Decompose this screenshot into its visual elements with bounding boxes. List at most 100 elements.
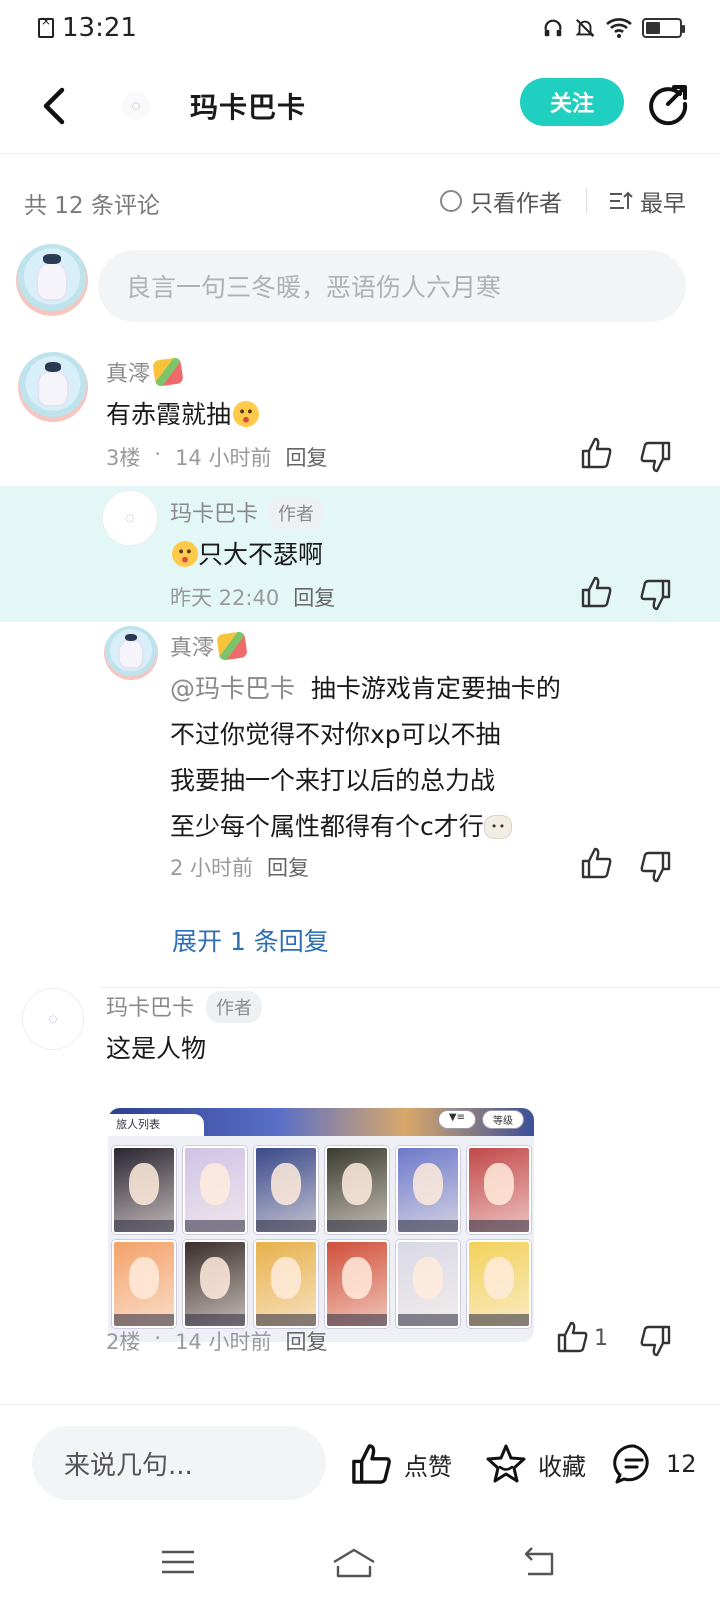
comment-count: 共 12 条评论 (24, 193, 160, 219)
reply-meta: 昨天 22:40 回复 (170, 582, 335, 612)
floor-number: 2楼 (106, 1330, 141, 1354)
character-card (467, 1146, 531, 1234)
favorite-button[interactable]: 收藏 (484, 1442, 586, 1486)
character-card (325, 1240, 389, 1328)
image-header: 旅人列表 ▼≡ 等级 (108, 1108, 534, 1136)
battery-icon (642, 18, 685, 38)
expand-replies-link[interactable]: 展开 1 条回复 (172, 922, 329, 958)
comments-button[interactable]: 12 (612, 1442, 697, 1486)
bottom-bar-divider (0, 1404, 720, 1405)
comment-count-label: 12 (666, 1450, 697, 1478)
reply-time: 2 小时前 (170, 856, 254, 880)
thumbs-down-icon[interactable] (638, 850, 672, 884)
floor-number: 3楼 (106, 446, 141, 470)
badge-icon (216, 631, 248, 661)
drooling-emoji-icon (233, 401, 260, 427)
thumbs-up-icon (352, 1444, 391, 1484)
reply-author[interactable]: 玛卡巴卡 (170, 496, 258, 528)
image-filter-level: 等级 (482, 1110, 524, 1129)
thumbs-up-icon[interactable] (556, 1320, 590, 1354)
wifi-icon (606, 18, 632, 38)
sort-label: 最早 (640, 191, 686, 217)
bottom-comment-input[interactable]: 来说几句... (32, 1426, 326, 1500)
author-only-label: 只看作者 (470, 191, 562, 217)
sort-icon (610, 191, 633, 209)
dog-emoji-icon (483, 815, 512, 839)
reply-time: 昨天 22:40 (170, 586, 280, 610)
meta-dot: · (154, 1326, 162, 1350)
image-tab-label: 旅人列表 (108, 1114, 204, 1136)
thumbs-up-icon[interactable] (580, 436, 614, 470)
character-card (254, 1240, 318, 1328)
avatar[interactable]: ◌ (22, 988, 84, 1050)
mention-link[interactable]: @玛卡巴卡 (170, 674, 295, 703)
my-avatar[interactable] (16, 244, 88, 316)
thumbs-down-icon[interactable] (638, 578, 672, 612)
character-card (396, 1240, 460, 1328)
character-card (254, 1146, 318, 1234)
author-tag: 作者 (268, 497, 324, 529)
comment-time: 14 小时前 (175, 446, 272, 470)
meta-dot: · (154, 442, 162, 466)
like-button[interactable]: 点赞 (350, 1442, 452, 1486)
comment-content: 有赤霞就抽 (106, 392, 260, 438)
author-tag: 作者 (206, 991, 262, 1023)
character-card (325, 1146, 389, 1234)
system-nav-bar (0, 1530, 720, 1605)
divider (586, 188, 587, 214)
reply-content: @玛卡巴卡 抽卡游戏肯定要抽卡的 不过你觉得不对你xp可以不抽 我要抽一个来打以… (170, 674, 561, 841)
thumbs-up-icon[interactable] (580, 575, 614, 609)
back-arrow-icon[interactable] (36, 82, 72, 130)
no-sim-icon (38, 14, 54, 38)
top-header: ◌ 玛卡巴卡 关注 (0, 62, 720, 154)
status-bar: 13:21 (0, 0, 720, 56)
comment-input[interactable]: 良言一句三冬暖，恶语伤人六月寒 (98, 250, 686, 322)
menu-icon[interactable] (158, 1544, 198, 1580)
comment-bubble-icon (613, 1444, 649, 1484)
header-avatar[interactable]: ◌ (122, 92, 150, 120)
share-icon[interactable] (646, 82, 690, 126)
character-cards (108, 1136, 534, 1328)
comment-author[interactable]: 玛卡巴卡 (106, 990, 194, 1022)
follow-button[interactable]: 关注 (520, 78, 624, 126)
back-nav-icon[interactable] (518, 1544, 558, 1580)
headset-icon (544, 19, 562, 37)
like-count: 1 (594, 1326, 608, 1351)
thumbs-down-icon[interactable] (638, 1324, 672, 1358)
image-filters: ▼≡ 等级 (437, 1110, 524, 1129)
reply-button[interactable]: 回复 (285, 442, 327, 472)
star-icon (486, 1444, 526, 1483)
comment-meta: 2楼 · 14 小时前 回复 (106, 1326, 327, 1356)
avatar[interactable] (18, 352, 88, 422)
badge-icon (152, 357, 184, 387)
character-card (183, 1240, 247, 1328)
comment-time: 14 小时前 (175, 1330, 272, 1354)
comment-author[interactable]: 真澪 (106, 356, 184, 388)
author-only-toggle[interactable]: 只看作者 (440, 184, 562, 218)
reply-button[interactable]: 回复 (267, 852, 309, 882)
sort-toggle[interactable]: 最早 (608, 184, 686, 218)
home-icon[interactable] (330, 1544, 378, 1580)
reply-button[interactable]: 回复 (285, 1326, 327, 1356)
character-card (467, 1240, 531, 1328)
avatar[interactable]: ◌ (102, 490, 158, 546)
radio-circle-icon (440, 190, 462, 212)
drooling-emoji-icon (172, 541, 198, 567)
thumbs-down-icon[interactable] (638, 440, 672, 474)
image-filter-icon: ▼≡ (437, 1110, 476, 1129)
like-label: 点赞 (404, 1452, 452, 1481)
avatar[interactable] (104, 626, 158, 680)
character-card (112, 1240, 176, 1328)
character-card (183, 1146, 247, 1234)
thumbs-up-icon[interactable] (580, 846, 614, 880)
reply-author[interactable]: 真澪 (170, 630, 248, 662)
status-time: 13:21 (62, 13, 137, 43)
reply-button[interactable]: 回复 (293, 582, 335, 612)
favorite-label: 收藏 (538, 1452, 586, 1481)
reply-meta: 2 小时前 回复 (170, 852, 309, 882)
reply-content: 只大不瑟啊 (170, 532, 323, 578)
comment-meta: 3楼 · 14 小时前 回复 (106, 442, 327, 472)
comment-image[interactable]: 旅人列表 ▼≡ 等级 (108, 1108, 534, 1342)
comment-divider (100, 987, 720, 988)
page-title: 玛卡巴卡 (190, 91, 307, 124)
